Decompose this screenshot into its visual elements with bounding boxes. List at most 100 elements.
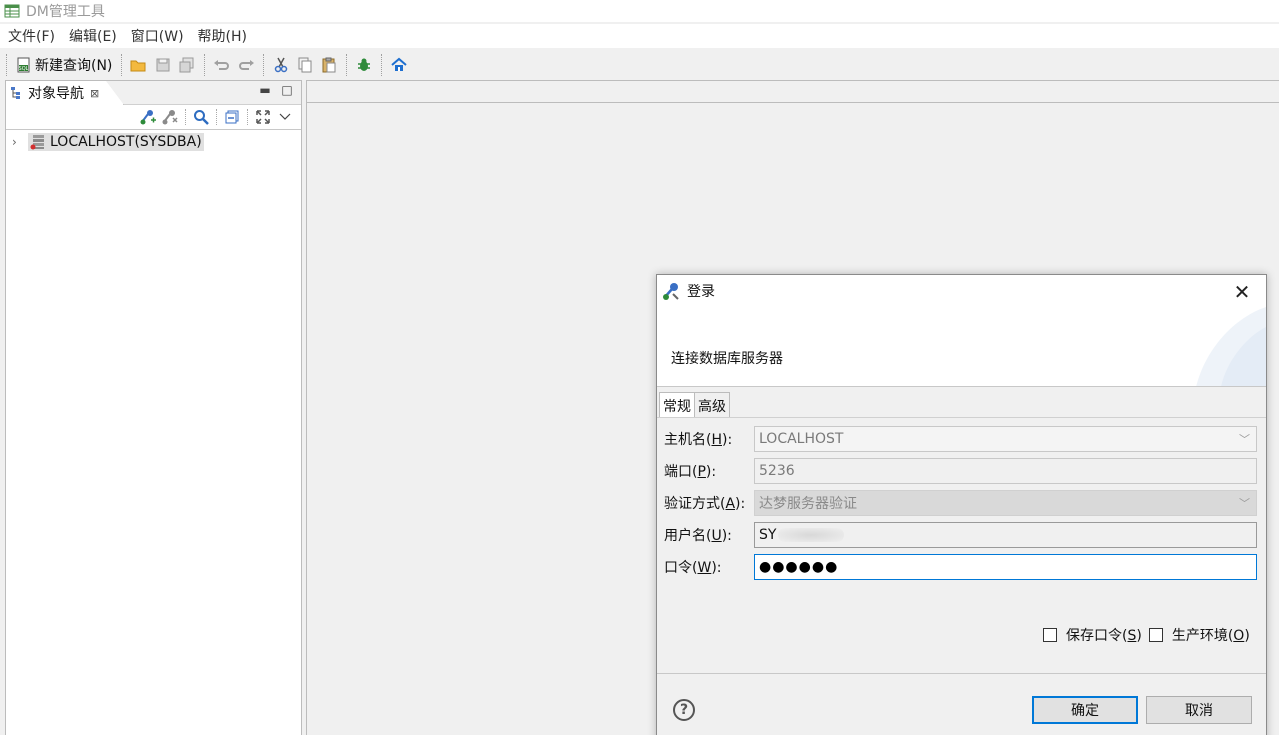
dialog-banner: 连接数据库服务器 [657, 307, 1266, 387]
toolbar-separator [204, 53, 206, 76]
main-toolbar: SQL 新建查询(N) [0, 49, 1279, 80]
object-navigator-panel: 对象导航 ⊠ ▬ □ › LOCALHOST(SYSDBA) [5, 80, 302, 735]
close-icon[interactable]: ✕ [1232, 280, 1252, 304]
expand-arrows-icon [256, 110, 270, 124]
folder-open-icon [130, 60, 146, 71]
banner-decoration [1196, 307, 1266, 386]
menu-edit[interactable]: 编辑(E) [62, 26, 124, 46]
help-icon[interactable]: ? [673, 699, 695, 721]
port-field[interactable]: 5236 [754, 458, 1257, 484]
database-server-icon [30, 135, 44, 150]
password-row: 口令(W): ●●●●●● [664, 554, 1259, 580]
toolbar-separator [216, 109, 217, 125]
cut-button[interactable] [270, 53, 292, 77]
ok-button[interactable]: 确定 [1032, 696, 1138, 724]
menu-bar: 文件(F) 编辑(E) 窗口(W) 帮助(H) [0, 24, 1279, 48]
disconnect-button[interactable] [160, 108, 180, 126]
tab-advanced[interactable]: 高级 [695, 392, 730, 418]
save-password-checkbox[interactable] [1043, 628, 1057, 642]
chevron-right-icon[interactable]: › [12, 135, 24, 149]
copy-button[interactable] [294, 53, 316, 77]
redo-button[interactable] [235, 53, 257, 77]
paste-button[interactable] [318, 53, 340, 77]
menu-window[interactable]: 窗口(W) [124, 26, 191, 46]
toolbar-separator [247, 109, 248, 125]
dialog-title: 登录 [687, 284, 715, 300]
host-label: 主机名(H): [664, 432, 733, 448]
close-tab-icon[interactable]: ⊠ [90, 87, 99, 100]
window-title: DM管理工具 [26, 4, 105, 20]
password-field[interactable]: ●●●●●● [754, 554, 1257, 580]
dialog-tabs: 常规 高级 [659, 392, 730, 418]
cut-icon [275, 57, 288, 72]
cancel-button[interactable]: 取消 [1146, 696, 1252, 724]
port-value: 5236 [759, 463, 795, 479]
new-query-label: 新建查询(N) [35, 57, 113, 74]
sql-file-icon: SQL [17, 57, 30, 72]
chevron-down-icon [279, 113, 291, 120]
window-titlebar: DM管理工具 [0, 0, 1279, 22]
username-field[interactable]: SY [754, 522, 1257, 548]
host-row: 主机名(H): LOCALHOST ﹀ [664, 426, 1259, 452]
toolbar-separator [121, 53, 123, 76]
maximize-icon[interactable]: □ [281, 83, 293, 97]
search-button[interactable] [191, 108, 211, 126]
tree-node[interactable]: LOCALHOST(SYSDBA) [28, 133, 204, 151]
open-folder-button[interactable] [128, 53, 150, 77]
editor-tabstrip [307, 81, 1279, 103]
dialog-options: 保存口令(S) 生产环境(O) [1043, 625, 1250, 645]
debug-button[interactable] [353, 53, 375, 77]
save-icon [156, 58, 170, 71]
collapse-all-icon [225, 110, 239, 124]
dialog-titlebar: 登录 [657, 275, 1266, 307]
home-icon [391, 57, 408, 71]
toolbar-separator [263, 53, 265, 76]
dm-app-icon [4, 3, 20, 19]
redo-icon [239, 59, 255, 70]
host-select[interactable]: LOCALHOST ﹀ [754, 426, 1257, 452]
save-all-button[interactable] [176, 53, 198, 77]
bug-icon [358, 58, 371, 71]
auth-method-select[interactable]: 达梦服务器验证 ﹀ [754, 490, 1257, 516]
login-icon [663, 283, 679, 300]
panel-window-buttons: ▬ □ [259, 83, 293, 97]
disconnect-icon [162, 110, 178, 125]
object-tree: › LOCALHOST(SYSDBA) [6, 129, 301, 154]
search-icon [194, 110, 209, 125]
save-password-label[interactable]: 保存口令(S) [1066, 625, 1142, 645]
tab-underline [657, 417, 1266, 418]
production-env-checkbox[interactable] [1148, 628, 1163, 642]
redacted-blur [778, 528, 845, 542]
user-row: 用户名(U): SY [664, 522, 1259, 548]
collapse-all-button[interactable] [222, 108, 242, 126]
password-label: 口令(W): [664, 560, 722, 576]
toolbar-separator [6, 53, 7, 76]
tab-general[interactable]: 常规 [659, 392, 695, 418]
minimize-icon[interactable]: ▬ [259, 83, 271, 97]
copy-icon [298, 57, 312, 72]
new-query-button[interactable]: SQL 新建查询(N) [13, 53, 115, 77]
password-value: ●●●●●● [759, 559, 839, 575]
production-env-label[interactable]: 生产环境(O) [1172, 625, 1250, 645]
save-button[interactable] [152, 53, 174, 77]
menu-help[interactable]: 帮助(H) [191, 26, 254, 46]
save-all-icon [179, 57, 194, 72]
tree-item-localhost[interactable]: › LOCALHOST(SYSDBA) [6, 130, 301, 154]
home-button[interactable] [388, 53, 410, 77]
navigator-tabstrip: 对象导航 ⊠ ▬ □ [6, 81, 301, 105]
port-row: 端口(P): 5236 [664, 458, 1259, 484]
auth-label: 验证方式(A): [664, 496, 746, 512]
toolbar-separator [381, 53, 383, 76]
view-menu-button[interactable] [275, 108, 295, 126]
paste-icon [322, 57, 336, 72]
dialog-separator [657, 673, 1266, 674]
new-connection-button[interactable] [138, 108, 158, 126]
undo-icon [214, 59, 230, 70]
undo-button[interactable] [211, 53, 233, 77]
chevron-down-icon: ﹀ [1239, 497, 1250, 510]
toolbar-separator [185, 109, 186, 125]
menu-file[interactable]: 文件(F) [0, 26, 62, 46]
tab-object-navigator[interactable]: 对象导航 ⊠ [6, 81, 124, 105]
expand-view-button[interactable] [253, 108, 273, 126]
connect-icon [140, 110, 156, 125]
